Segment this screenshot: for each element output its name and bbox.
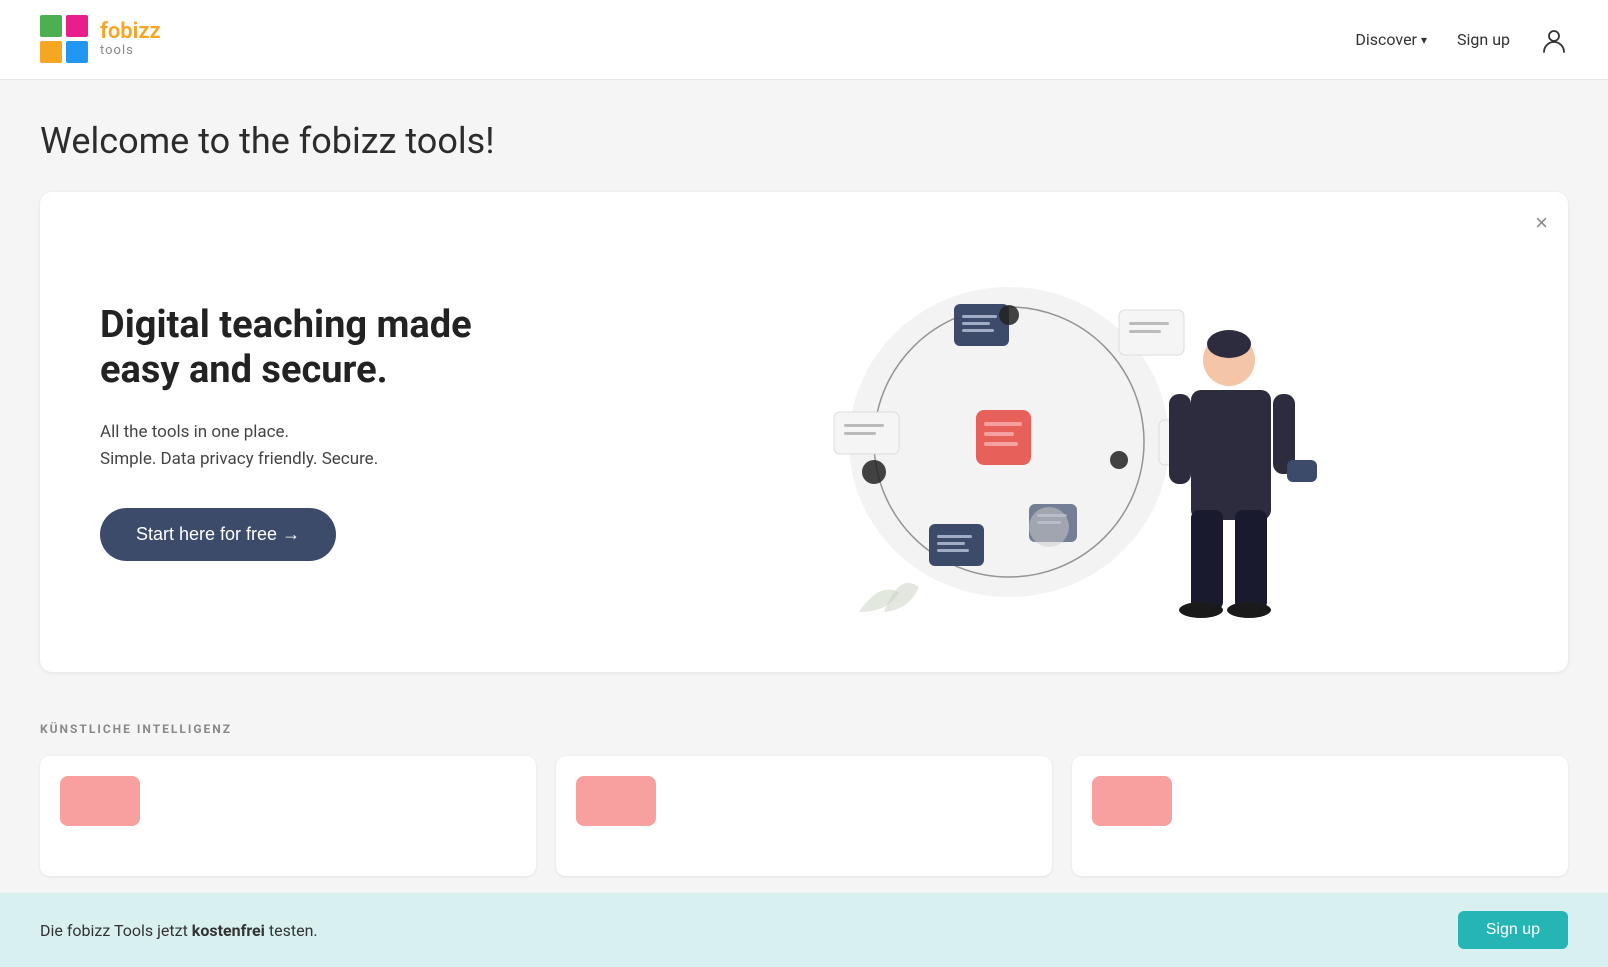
logo-fobizz-label: fobizz <box>100 20 161 44</box>
hero-card: × Digital teaching made easy and secure.… <box>40 192 1568 672</box>
hero-subtext: All the tools in one place. Simple. Data… <box>100 419 550 473</box>
hero-illustration-svg <box>739 242 1319 622</box>
discover-label: Discover <box>1355 30 1417 49</box>
banner-text: Die fobizz Tools jetzt kostenfrei testen… <box>40 921 318 940</box>
logo[interactable]: fobizz tools <box>40 15 161 65</box>
nav-right: Discover ▾ Sign up <box>1355 26 1568 54</box>
close-button[interactable]: × <box>1535 212 1548 234</box>
user-account-icon[interactable] <box>1540 26 1568 54</box>
logo-text: fobizz tools <box>100 20 161 58</box>
banner-text-after: testen. <box>265 921 318 940</box>
nav-signup-link[interactable]: Sign up <box>1457 30 1510 49</box>
card-preview-1 <box>40 756 536 876</box>
banner-signup-button[interactable]: Sign up <box>1458 911 1568 949</box>
card-preview-3 <box>1072 756 1568 876</box>
main-content: Welcome to the fobizz tools! × Digital t… <box>0 80 1608 876</box>
hero-headline: Digital teaching made easy and secure. <box>100 303 550 394</box>
bottom-banner: Die fobizz Tools jetzt kostenfrei testen… <box>0 893 1608 967</box>
section-label: KÜNSTLICHE INTELLIGENZ <box>40 722 1568 736</box>
hero-illustration <box>550 242 1508 622</box>
banner-text-before: Die fobizz Tools jetzt <box>40 921 192 940</box>
page-title: Welcome to the fobizz tools! <box>40 120 1568 162</box>
cards-row <box>40 756 1568 876</box>
logo-tools-label: tools <box>100 44 161 58</box>
hero-cta-button[interactable]: Start here for free → <box>100 508 336 561</box>
card-preview-2 <box>556 756 1052 876</box>
hero-subtext-line2: Simple. Data privacy friendly. Secure. <box>100 449 378 469</box>
chevron-down-icon: ▾ <box>1421 33 1427 47</box>
hero-text-section: Digital teaching made easy and secure. A… <box>100 303 550 562</box>
fobizz-logo-icon <box>40 15 90 65</box>
banner-text-bold: kostenfrei <box>192 921 265 940</box>
hero-subtext-line1: All the tools in one place. <box>100 422 289 442</box>
discover-menu[interactable]: Discover ▾ <box>1355 30 1427 49</box>
navbar: fobizz tools Discover ▾ Sign up <box>0 0 1608 80</box>
section-area: KÜNSTLICHE INTELLIGENZ <box>40 722 1568 876</box>
